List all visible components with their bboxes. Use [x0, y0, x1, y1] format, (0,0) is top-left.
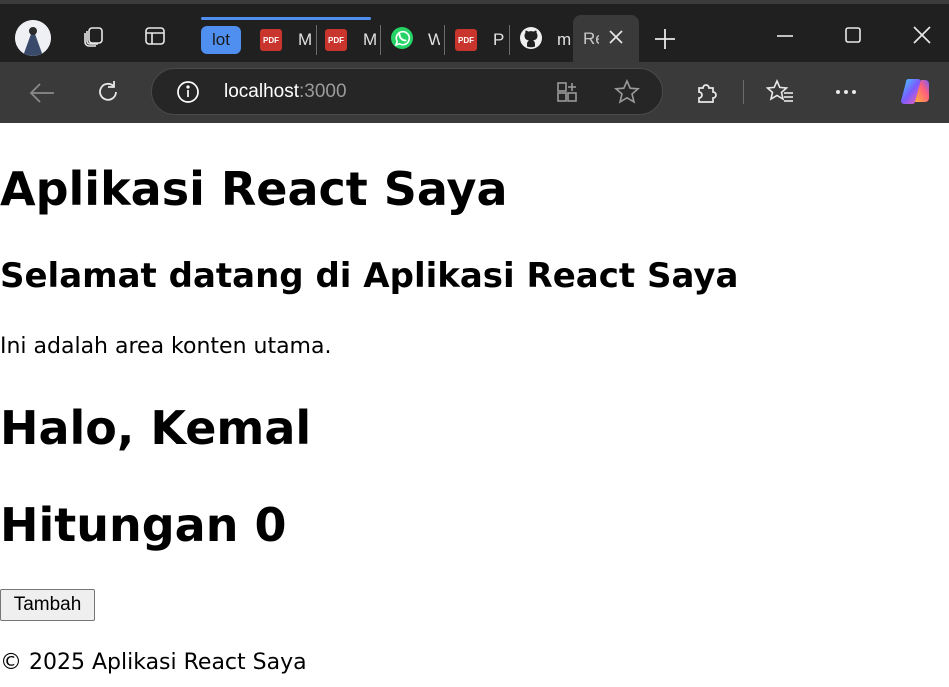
tab-separator: [380, 25, 381, 55]
maximize-icon[interactable]: [836, 18, 870, 52]
close-window-icon[interactable]: [905, 18, 939, 52]
pdf-icon: PDF: [260, 29, 282, 51]
pdf-icon: PDF: [325, 29, 347, 51]
tab-title: Re: [583, 29, 599, 48]
favorite-star-icon[interactable]: [614, 79, 640, 109]
greeting-heading: Halo, Kemal: [0, 401, 312, 455]
footer-text: © 2025 Aplikasi React Saya: [0, 650, 307, 675]
new-tab-icon[interactable]: [648, 22, 682, 56]
tab-active[interactable]: Re: [573, 15, 639, 66]
favorites-icon[interactable]: [763, 75, 797, 109]
minimize-icon[interactable]: [768, 18, 802, 52]
tab-pdf-1[interactable]: PDF M: [260, 17, 314, 63]
page-content: Aplikasi React Saya Selamat datang di Ap…: [0, 123, 949, 687]
tab-bar: lot PDF M PDF M W PDF P m R: [0, 0, 949, 66]
tab-pdf-2[interactable]: PDF M: [325, 17, 377, 63]
toolbar-divider: [743, 80, 744, 104]
vertical-tabs-icon[interactable]: [137, 18, 173, 54]
tab-whatsapp[interactable]: W: [390, 17, 440, 63]
profile-avatar[interactable]: [15, 20, 51, 56]
tab-separator: [316, 25, 317, 55]
close-tab-icon[interactable]: [607, 28, 625, 50]
page-title: Aplikasi React Saya: [0, 162, 508, 216]
increment-button[interactable]: Tambah: [0, 589, 95, 621]
browser-toolbar: localhost:3000: [0, 62, 949, 123]
app-available-icon[interactable]: [555, 80, 579, 108]
github-icon: [519, 26, 543, 55]
extensions-icon[interactable]: [690, 75, 724, 109]
tab-separator: [509, 25, 510, 55]
site-info-icon[interactable]: [176, 80, 200, 108]
back-icon[interactable]: [25, 76, 59, 110]
tab-title: M: [298, 30, 313, 49]
copilot-icon[interactable]: [897, 73, 935, 111]
main-paragraph: Ini adalah area konten utama.: [0, 334, 332, 359]
tab-github[interactable]: m: [519, 17, 571, 63]
workspaces-icon[interactable]: [76, 18, 112, 54]
more-options-icon[interactable]: [829, 75, 863, 109]
url-host: localhost: [224, 81, 299, 102]
url-port: :3000: [299, 81, 347, 102]
welcome-heading: Selamat datang di Aplikasi React Saya: [0, 256, 739, 296]
url-text[interactable]: localhost:3000: [224, 81, 347, 103]
tab-title: P: [493, 30, 505, 49]
tab-title: W: [428, 30, 440, 49]
counter-heading: Hitungan 0: [0, 498, 287, 552]
tab-title: M: [363, 30, 377, 49]
tab-pdf-3[interactable]: PDF P: [455, 17, 507, 63]
pdf-icon: PDF: [455, 29, 477, 51]
address-bar[interactable]: localhost:3000: [151, 68, 663, 115]
tab-title: m: [557, 30, 571, 49]
whatsapp-icon: [390, 26, 414, 55]
tab-separator: [444, 25, 445, 55]
refresh-icon[interactable]: [91, 75, 125, 109]
tab-group-label[interactable]: lot: [201, 26, 241, 54]
